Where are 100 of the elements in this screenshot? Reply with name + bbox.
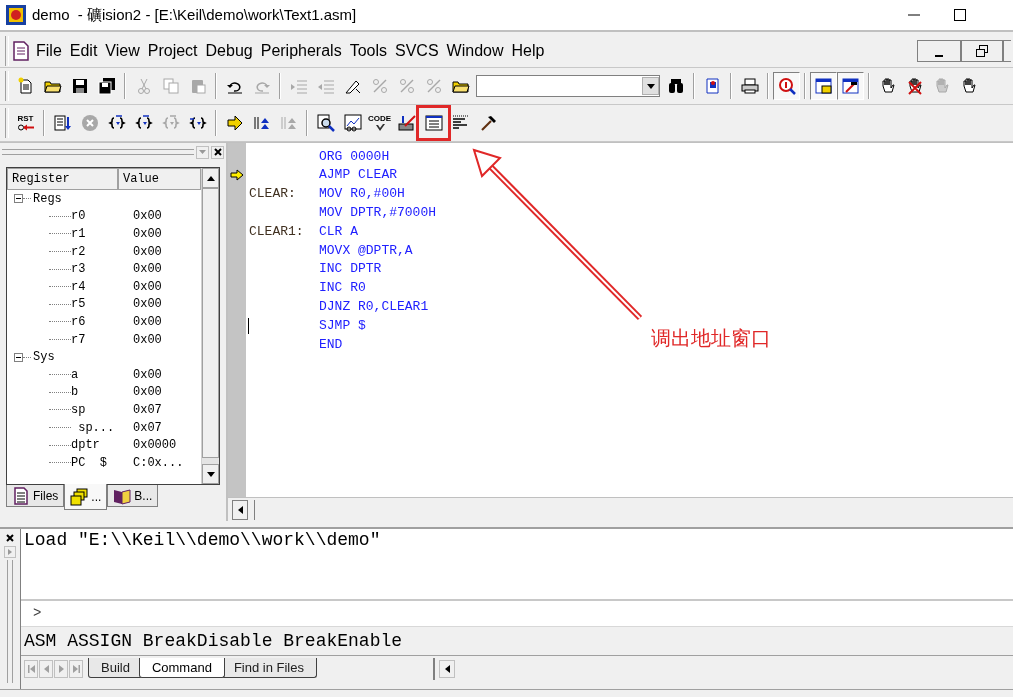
menu-item[interactable]: File — [32, 38, 66, 63]
code-mark-button[interactable]: CODE — [366, 109, 393, 137]
reset-icon — [16, 123, 35, 132]
scroll-left-button[interactable] — [439, 659, 455, 678]
percent-icon — [397, 77, 416, 95]
trace-icon — [252, 114, 271, 132]
brace-out-icon — [161, 114, 180, 132]
tree-label[interactable]: Regs — [33, 189, 62, 208]
mdi-restore-button[interactable] — [961, 39, 1003, 62]
register-value: 0x00 — [133, 261, 162, 279]
register-value: C:0x... — [133, 454, 184, 472]
register-name[interactable]: r6 — [71, 312, 121, 331]
menu-item[interactable]: Window — [442, 38, 508, 63]
register-value: 0x00 — [133, 243, 162, 261]
register-value: 0x07 — [133, 419, 162, 437]
percent-icon — [370, 77, 389, 95]
window-title: demo - 礦ision2 - [E:\Keil\demo\work\Text1.asm] — [32, 4, 357, 25]
close-icon — [213, 148, 222, 156]
book-icon — [703, 77, 722, 95]
register-name[interactable]: dptr — [71, 436, 121, 455]
scroll-track[interactable] — [202, 458, 219, 464]
output-tab[interactable]: Command — [138, 657, 225, 678]
menu-item[interactable]: Project — [143, 38, 202, 63]
register-name[interactable]: r5 — [71, 295, 121, 314]
menu-item[interactable]: Peripherals — [256, 38, 346, 63]
register-value: 0x0000 — [133, 437, 177, 455]
tree-label[interactable]: Sys — [33, 348, 55, 367]
tree-expander[interactable] — [14, 194, 23, 204]
register-name[interactable]: PC $ — [71, 453, 121, 472]
window-folder-button[interactable] — [810, 72, 837, 100]
mdi-close-button[interactable] — [1003, 39, 1011, 62]
debug-button[interactable] — [773, 72, 800, 100]
panel-tab[interactable]: B... — [107, 485, 159, 507]
scroll-left-button[interactable] — [232, 499, 248, 520]
register-name[interactable]: r0 — [71, 207, 121, 226]
menu-item[interactable]: Debug — [201, 38, 257, 63]
register-value: 0x00 — [133, 226, 162, 243]
left-arrow-icon — [42, 664, 50, 673]
search-combo[interactable] — [476, 75, 660, 97]
register-name[interactable]: sp — [71, 400, 121, 419]
register-value: 0x00 — [133, 296, 162, 314]
copy-icon — [161, 77, 180, 95]
debug-icon — [777, 77, 796, 95]
register-name[interactable]: sp... — [71, 418, 121, 437]
code-line: CLR A — [319, 222, 358, 241]
memory-window-icon — [424, 114, 443, 132]
panel-tab[interactable]: ... — [64, 484, 108, 510]
close-button[interactable] — [4, 532, 16, 544]
menu-item[interactable]: Tools — [345, 38, 391, 63]
column-header[interactable]: Value — [118, 168, 201, 190]
code-line: MOVX @DPTR,A — [319, 241, 413, 260]
close-button[interactable] — [211, 145, 224, 159]
bars-icon — [451, 114, 470, 132]
code-label: CLEAR1: — [249, 223, 304, 239]
tree-expander[interactable] — [14, 352, 23, 362]
register-name[interactable]: r2 — [71, 242, 121, 261]
register-name[interactable]: r1 — [71, 225, 121, 243]
window-hammer-button[interactable] — [837, 72, 864, 100]
code-line: INC DPTR — [319, 260, 382, 279]
binoculars-icon — [666, 77, 685, 95]
close-icon — [6, 534, 14, 542]
menu-item[interactable]: View — [101, 38, 144, 63]
scroll-up-button[interactable] — [202, 168, 219, 188]
register-name[interactable]: b — [71, 383, 121, 402]
code-label: CLEAR: — [249, 186, 296, 202]
window-hammer-icon — [841, 77, 860, 95]
stop-icon — [80, 114, 99, 132]
reset-button[interactable]: RST — [12, 109, 39, 137]
register-name[interactable]: a — [71, 365, 121, 384]
output-line: Load "E:\\Keil\\demo\\work\\demo" — [24, 529, 382, 551]
column-header[interactable]: Register — [7, 168, 118, 190]
code-line: END — [319, 335, 343, 354]
indent-icon — [289, 77, 308, 95]
register-value: 0x07 — [133, 401, 162, 419]
trace-icon — [279, 114, 298, 132]
menu-item[interactable]: Edit — [65, 38, 102, 63]
scroll-down-button[interactable] — [202, 464, 219, 484]
menu-item[interactable]: Help — [507, 38, 549, 63]
register-value: 0x00 — [133, 366, 162, 384]
command-field[interactable]: > — [21, 601, 1013, 627]
right-arrow-icon — [8, 549, 12, 555]
code-line: MOV R0,#00H — [319, 185, 405, 204]
brace-into-icon — [107, 114, 126, 132]
register-value: 0x00 — [133, 331, 162, 349]
annotation-text: 调出地址窗口 — [651, 326, 771, 351]
register-value: 0x00 — [133, 313, 162, 331]
command-hint: ASM ASSIGN BreakDisable BreakEnable — [24, 629, 403, 653]
register-name[interactable]: r4 — [71, 277, 121, 296]
code-line: SJMP $ — [319, 316, 366, 335]
last-icon — [72, 664, 80, 673]
panel-tab[interactable]: Files — [6, 485, 65, 507]
minus-icon — [16, 196, 21, 202]
brace-cursor-icon — [188, 114, 207, 132]
brace-over-icon — [134, 114, 153, 132]
serial-icon — [397, 114, 416, 132]
scroll-thumb[interactable] — [202, 188, 219, 458]
register-name[interactable]: r7 — [71, 330, 121, 349]
menu-item[interactable]: SVCS — [391, 38, 443, 63]
register-value: 0x00 — [133, 208, 162, 226]
register-name[interactable]: r3 — [71, 260, 121, 279]
